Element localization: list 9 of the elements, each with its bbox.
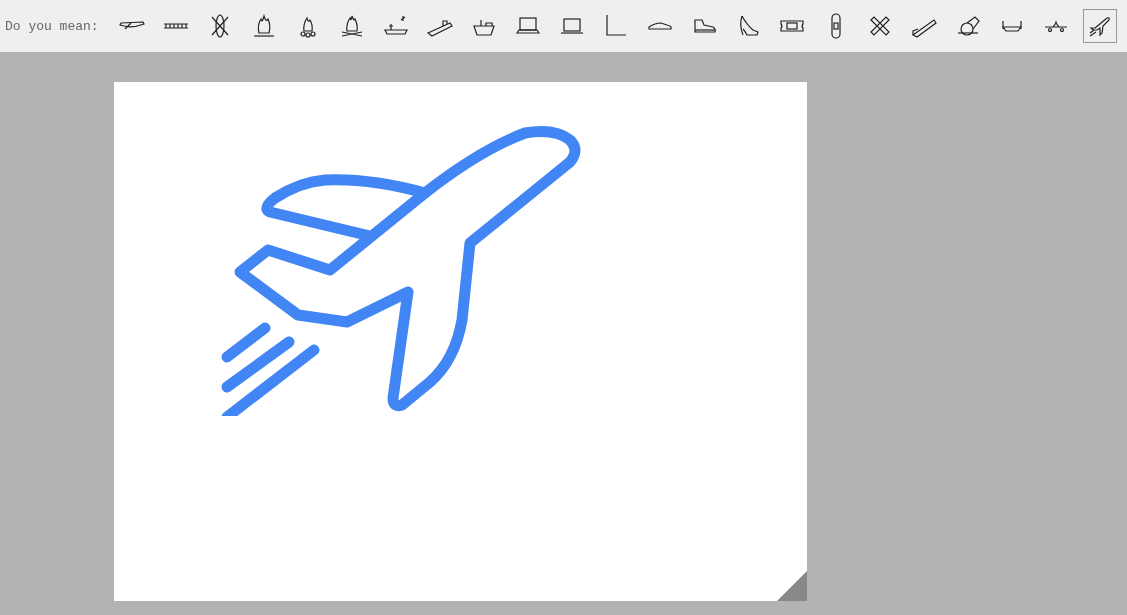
page-corner-fold (777, 571, 807, 601)
bridge-icon (162, 23, 189, 29)
suggestion-prompt: Do you mean: (5, 18, 99, 34)
canoe-icon (118, 21, 145, 31)
drawing-canvas[interactable] (114, 82, 807, 601)
shoe-icon (647, 22, 672, 30)
airplane-icon (1043, 20, 1068, 32)
bandage-icon (830, 13, 841, 39)
suggestion-button[interactable] (1082, 9, 1117, 43)
